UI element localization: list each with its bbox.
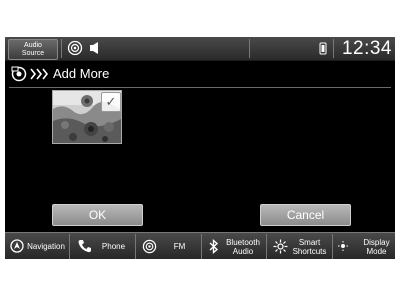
selected-checkmark-icon: ✓ (101, 92, 121, 112)
sun-moon-icon (338, 239, 358, 258)
title-bar: Add More (5, 61, 395, 87)
bluetooth-audio-label-line1: Bluetooth (226, 237, 260, 247)
status-divider (249, 39, 250, 58)
speaker-volume-icon (88, 41, 102, 60)
bluetooth-audio-label-line2: Audio (232, 246, 254, 256)
navigation-arrow-icon (10, 239, 24, 258)
audio-source-label-line2: Source (21, 49, 45, 57)
bluetooth-audio-button[interactable]: Bluetooth Audio (202, 234, 267, 259)
phone-handset-icon (78, 239, 91, 258)
ok-button[interactable]: OK (52, 204, 143, 226)
smart-shortcuts-button[interactable]: Smart Shortcuts (267, 234, 333, 259)
display-mode-label-line1: Display (363, 237, 390, 247)
smart-shortcuts-label-line2: Shortcuts (292, 246, 327, 256)
smart-shortcuts-label-line1: Smart (298, 237, 321, 247)
display-mode-label: Display Mode (359, 234, 394, 259)
display-mode-button[interactable]: Display Mode (333, 234, 395, 259)
page-title: Add More (53, 66, 110, 81)
bluetooth-icon (209, 238, 219, 259)
navigation-button[interactable]: Navigation (5, 234, 70, 259)
radio-signal-icon (67, 40, 83, 61)
cancel-button[interactable]: Cancel (260, 204, 351, 226)
fm-button[interactable]: FM (136, 234, 202, 259)
fm-label: FM (173, 242, 186, 251)
radio-signal-icon (142, 239, 157, 259)
navigation-label: Navigation (27, 242, 65, 251)
phone-button[interactable]: Phone (70, 234, 136, 259)
smart-shortcuts-label: Smart Shortcuts (289, 234, 330, 259)
phone-label: Phone (101, 242, 126, 251)
bottom-nav-bar: Navigation Phone FM Bluetooth Audio Smar… (5, 232, 395, 259)
status-divider (333, 39, 334, 58)
memory-card-icon (11, 66, 27, 87)
audio-source-button[interactable]: Audio Source (8, 39, 58, 60)
head-unit-screen: Audio Source 12:34 Add More ✓ OK Cancel … (5, 37, 395, 259)
shortcuts-sparkle-icon (273, 239, 288, 259)
title-divider (9, 87, 391, 88)
bluetooth-audio-label: Bluetooth Audio (222, 234, 264, 259)
clock: 12:34 (341, 38, 392, 59)
display-mode-label-line2: Mode (366, 246, 387, 256)
breadcrumb-chevrons-icon (30, 67, 50, 85)
phone-battery-icon (319, 42, 327, 60)
status-divider (61, 39, 62, 58)
status-bar: Audio Source 12:34 (5, 37, 395, 61)
audio-source-label-line1: Audio (24, 41, 42, 49)
